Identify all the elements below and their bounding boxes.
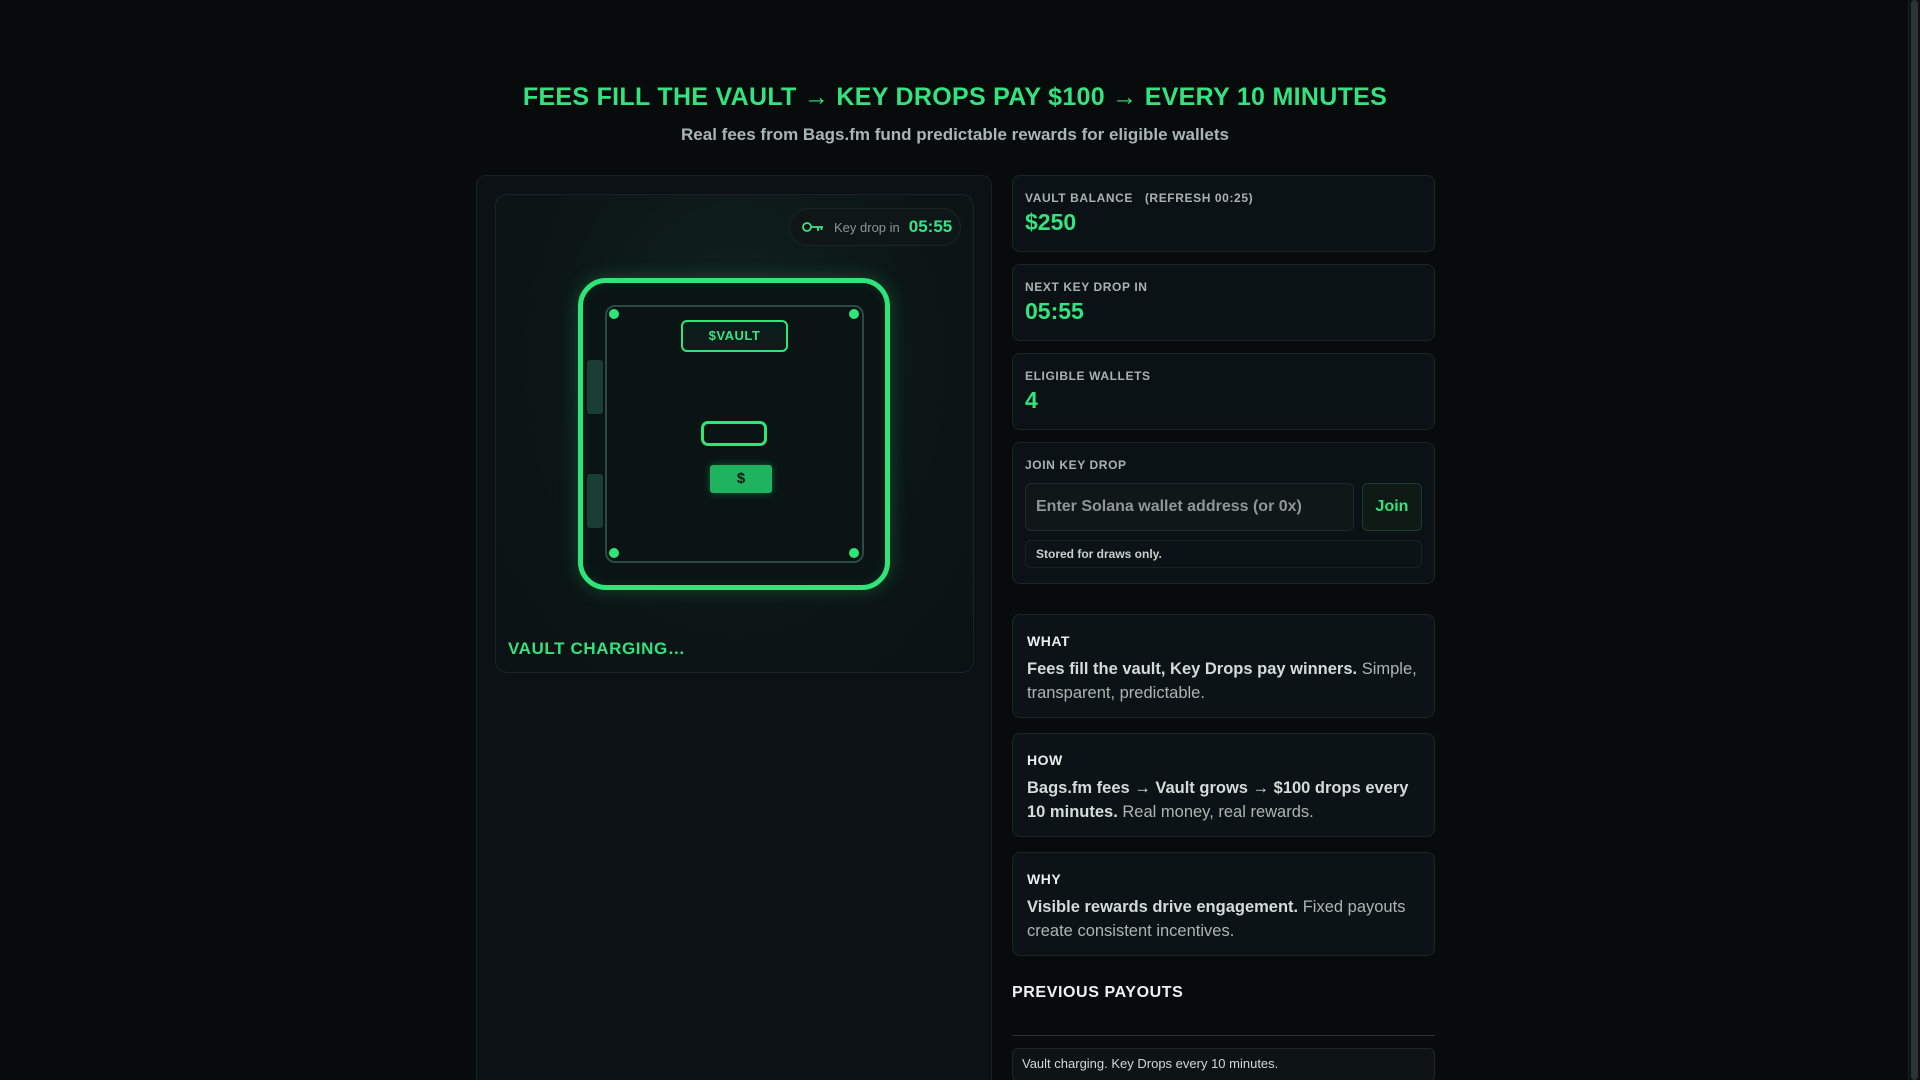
vault-status-text: VAULT CHARGING… xyxy=(508,639,686,658)
join-key-drop-label: JOIN KEY DROP xyxy=(1025,458,1127,472)
vault-bolt xyxy=(609,548,619,558)
how-title: HOW xyxy=(1027,752,1063,768)
key-drop-timer-pill: Key drop in 05:55 xyxy=(789,208,961,246)
join-key-drop-card: JOIN KEY DROP Join Stored for draws only… xyxy=(1012,442,1435,584)
key-icon xyxy=(802,222,823,232)
vault-bolt xyxy=(609,309,619,319)
eligible-wallets-value: 4 xyxy=(1025,387,1038,413)
why-card: WHY Visible rewards drive engagement. Fi… xyxy=(1012,852,1435,956)
join-button[interactable]: Join xyxy=(1362,483,1422,531)
vault-bolt xyxy=(849,309,859,319)
vault-balance-card: VAULT BALANCE (REFRESH 00:25) $250 xyxy=(1012,175,1435,252)
page-headline: FEES FILL THE VAULT → KEY DROPS PAY $100… xyxy=(522,83,1388,111)
next-key-drop-card: NEXT KEY DROP IN 05:55 xyxy=(1012,264,1435,341)
vault-cash-icon: $ xyxy=(710,465,772,493)
page-subheadline: Real fees from Bags.fm fund predictable … xyxy=(681,125,1229,144)
next-key-drop-label: NEXT KEY DROP IN xyxy=(1025,280,1148,294)
previous-payouts-title: PREVIOUS PAYOUTS xyxy=(1012,984,1184,1001)
what-card: WHAT Fees fill the vault, Key Drops pay … xyxy=(1012,614,1435,718)
eligible-wallets-card: ELIGIBLE WALLETS 4 xyxy=(1012,353,1435,430)
why-title: WHY xyxy=(1027,871,1062,887)
vault-token-plate: $VAULT xyxy=(681,320,788,352)
scrollbar-thumb[interactable] xyxy=(1911,0,1918,1080)
why-body: Visible rewards drive engagement. Fixed … xyxy=(1027,898,1406,940)
previous-payouts-empty-row: Vault charging. Key Drops every 10 minut… xyxy=(1012,1048,1435,1080)
what-body: Fees fill the vault, Key Drops pay winne… xyxy=(1027,660,1417,702)
next-key-drop-value: 05:55 xyxy=(1025,298,1084,324)
key-drop-timer-label: Key drop in xyxy=(834,219,900,235)
how-card: HOW Bags.fm fees → Vault grows → $100 dr… xyxy=(1012,733,1435,837)
vault-balance-value: $250 xyxy=(1025,209,1077,235)
eligible-wallets-label: ELIGIBLE WALLETS xyxy=(1025,369,1151,383)
what-title: WHAT xyxy=(1027,633,1070,649)
vault-coin-slot xyxy=(701,421,767,446)
vault-hinge-bottom xyxy=(587,474,603,528)
vault-balance-label: VAULT BALANCE (REFRESH 00:25) xyxy=(1025,191,1254,205)
vault-bolt xyxy=(849,548,859,558)
vault-balance-refresh: (REFRESH 00:25) xyxy=(1144,191,1254,205)
vault-hinge-top xyxy=(587,360,603,414)
join-storage-note: Stored for draws only. xyxy=(1025,540,1422,568)
wallet-address-input[interactable] xyxy=(1025,483,1354,531)
previous-payouts-divider xyxy=(1012,1035,1435,1036)
key-drop-timer-value: 05:55 xyxy=(908,217,953,236)
how-body: Bags.fm fees → Vault grows → $100 drops … xyxy=(1027,779,1409,821)
